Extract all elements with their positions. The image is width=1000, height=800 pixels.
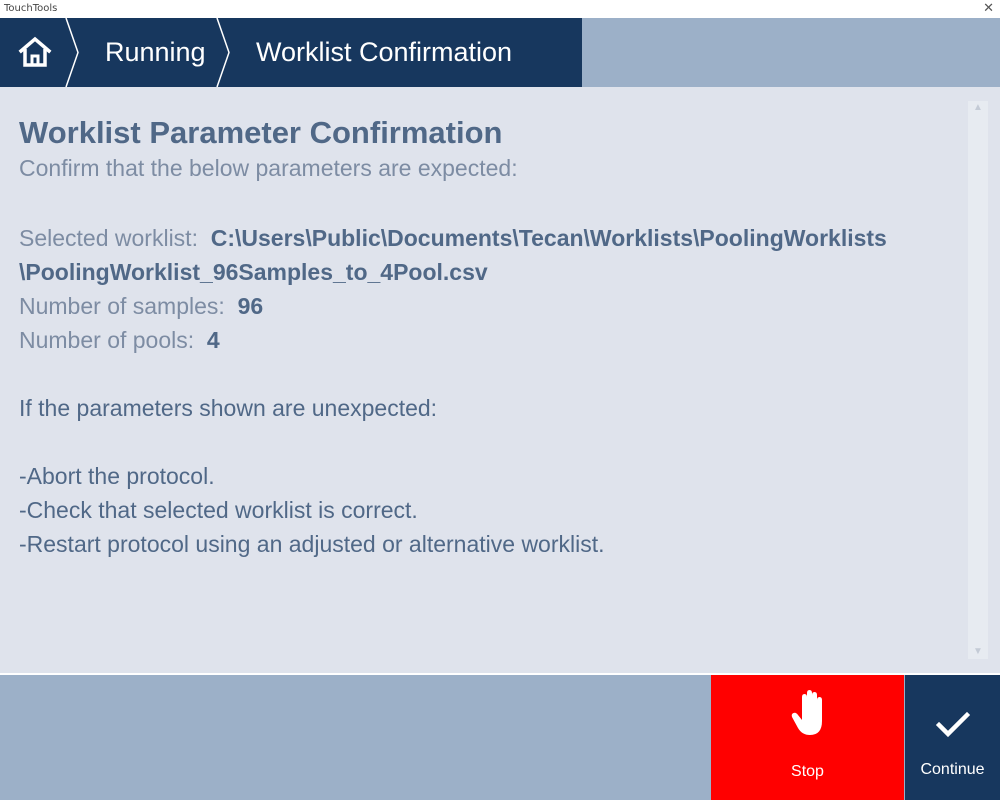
stop-button[interactable]: Stop <box>711 675 904 800</box>
breadcrumb-separator-icon <box>65 18 79 87</box>
breadcrumb-item-worklist-confirmation[interactable]: Worklist Confirmation <box>256 18 512 87</box>
page-subtitle: Confirm that the below parameters are ex… <box>19 155 518 181</box>
continue-label: Continue <box>920 761 985 778</box>
selected-worklist-row-2: \PoolingWorklist_96Samples_to_4Pool.csv <box>19 255 949 289</box>
breadcrumb: Running Worklist Confirmation <box>0 18 582 87</box>
selected-worklist-path-line1: C:\Users\Public\Documents\Tecan\Worklist… <box>210 225 887 251</box>
selected-worklist-path-line2: \PoolingWorklist_96Samples_to_4Pool.csv <box>19 259 488 285</box>
continue-button[interactable]: Continue <box>905 675 1000 800</box>
scroll-down-icon[interactable]: ▼ <box>968 645 988 659</box>
vertical-scrollbar[interactable]: ▲ ▼ <box>968 101 988 659</box>
breadcrumb-separator-icon <box>216 18 230 87</box>
window-titlebar: TouchTools ✕ <box>0 0 1000 18</box>
breadcrumb-item-running[interactable]: Running <box>105 18 206 87</box>
selected-worklist-label: Selected worklist: <box>19 225 198 251</box>
selected-worklist-row: Selected worklist: C:\Users\Public\Docum… <box>19 221 949 255</box>
step-item: -Abort the protocol. <box>19 463 215 489</box>
home-icon[interactable] <box>18 36 52 68</box>
samples-label: Number of samples: <box>19 293 225 319</box>
step-item: -Check that selected worklist is correct… <box>19 497 418 523</box>
pools-value: 4 <box>206 327 220 353</box>
page-title: Worklist Parameter Confirmation <box>19 115 503 150</box>
scroll-up-icon[interactable]: ▲ <box>968 101 988 115</box>
confirmation-content: Worklist Parameter Confirmation Confirm … <box>19 113 949 561</box>
pools-label: Number of pools: <box>19 327 195 353</box>
close-icon[interactable]: ✕ <box>983 0 994 16</box>
samples-row: Number of samples: 96 <box>19 289 949 323</box>
unexpected-heading: If the parameters shown are unexpected: <box>19 395 438 421</box>
hand-stop-icon <box>791 690 822 735</box>
header-empty-area <box>582 18 1000 87</box>
main-panel: Worklist Parameter Confirmation Confirm … <box>0 87 1000 673</box>
samples-value: 96 <box>237 293 264 319</box>
window-title: TouchTools <box>4 3 58 14</box>
pools-row: Number of pools: 4 <box>19 323 949 357</box>
checkmark-icon <box>936 711 970 738</box>
step-item: -Restart protocol using an adjusted or a… <box>19 531 605 557</box>
stop-label: Stop <box>791 763 824 780</box>
